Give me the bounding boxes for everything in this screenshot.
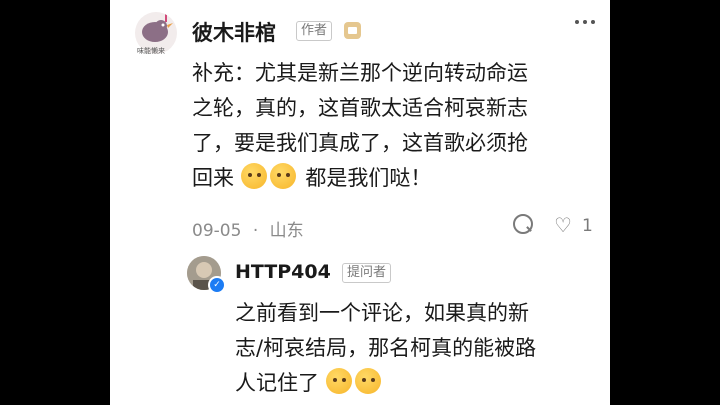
comment-location: 山东 [269,221,304,241]
reply-author-badge: 提问者 [342,263,392,283]
comment-text: 都是我们哒！ [305,166,432,190]
comment-date: 09-05 [192,221,242,241]
comment-line: 了，要是我们真成了，这首歌必须抢 [192,131,528,155]
reply-line: 之前看到一个评论，如果真的新 [235,301,529,325]
awkward-emoji-icon [354,368,381,394]
more-options-icon[interactable] [575,20,597,28]
comment-line: 之轮，真的，这首歌太适合柯哀新志 [192,96,528,120]
author-name[interactable]: 彼木非棺 [192,17,276,47]
like-heart-icon[interactable]: ♡ [554,213,572,237]
reply-body: 之前看到一个评论，如果真的新 志/柯哀结局，那名柯真的能被路 人记住了 [235,296,595,401]
reply-author-name[interactable]: HTTP404 [235,261,331,283]
comment-text: 回来 [192,166,234,190]
comment-panel: 味能懒来 彼木非棺 作者 补充：尤其是新兰那个逆向转动命运 之轮，真的，这首歌太… [110,0,610,405]
comment-meta: 09-05 · 山东 [192,216,304,241]
avatar-caption: 味能懒来 [137,47,165,55]
reply-text: 人记住了 [235,371,319,395]
author-badge: 作者 [296,21,333,41]
level-icon [344,22,361,39]
reply-line-last: 人记住了 [235,366,595,401]
like-count: 1 [582,216,593,236]
kiss-emoji-icon [240,163,267,189]
comment-body: 补充：尤其是新兰那个逆向转动命运 之轮，真的，这首歌太适合柯哀新志 了，要是我们… [192,56,602,196]
comment-line: 补充：尤其是新兰那个逆向转动命运 [192,61,528,85]
reply-icon[interactable] [513,214,533,234]
meta-separator: · [252,221,259,241]
verified-icon: ✓ [208,276,226,294]
awkward-emoji-icon [325,368,352,394]
reply-line: 志/柯哀结局，那名柯真的能被路 [235,336,537,360]
kiss-emoji-icon [269,163,296,189]
comment-line-last: 回来 都是我们哒！ [192,161,602,196]
